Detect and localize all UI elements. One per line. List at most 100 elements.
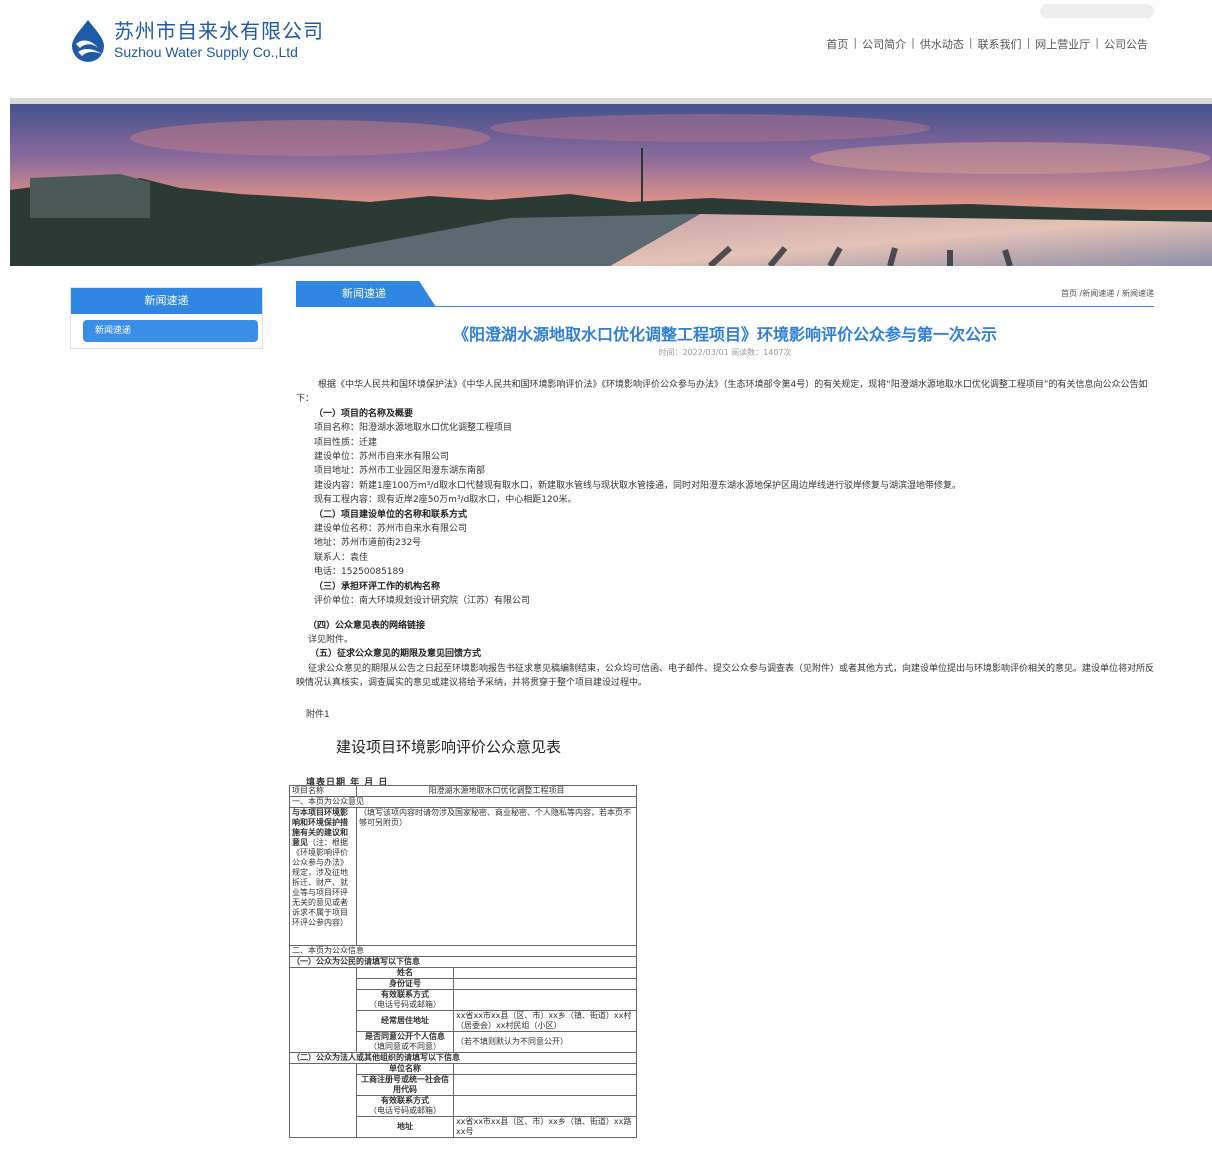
table-indent-cell — [289, 1095, 357, 1117]
table-row: 地址 xx省xx市xx县（区、市）xx乡（镇、街道）xx路xx号 — [289, 1116, 637, 1138]
table-row: 二、本页为公众信息 — [289, 945, 637, 957]
form-title: 建设项目环境影响评价公众意见表 — [336, 737, 562, 756]
contact-input[interactable] — [453, 989, 637, 1011]
table-row: 与本项目环境影响和环境保护措施有关的建议和意见（注：根据《环境影响评价公众参与办… — [289, 807, 637, 946]
contact-label-main: 有效联系方式 — [381, 990, 429, 999]
name-label: 姓名 — [356, 967, 454, 979]
public-opinion-form: 项目名称 阳澄湖水源地取水口优化调整工程项目 一、本页为公众意见 与本项目环境影… — [289, 785, 637, 1138]
nav-announcements[interactable]: 公司公告 — [1104, 36, 1148, 52]
table-row: 是否同意公开个人信息 （填同意或不同意） （若不填则默认为不同意公开） — [289, 1031, 637, 1053]
s1-line: 建设内容：新建1座100万m³/d取水口代替现有取水口，新建取水管线与现状取水管… — [314, 480, 962, 491]
hero-banner-image — [10, 98, 1212, 266]
nav-home[interactable]: 首页 — [826, 36, 848, 52]
opinion-label: 与本项目环境影响和环境保护措施有关的建议和意见（注：根据《环境影响评价公众参与办… — [289, 807, 357, 946]
attachment-label: 附件1 — [306, 709, 330, 720]
org-name-input[interactable] — [453, 1063, 637, 1075]
section-2-heading: （二）项目建设单位的名称和联系方式 — [314, 509, 468, 520]
article-title: 《阳澄湖水源地取水口优化调整工程项目》环境影响评价公众参与第一次公示 — [452, 325, 997, 344]
id-number-input[interactable] — [453, 978, 637, 990]
consent-label: 是否同意公开个人信息 （填同意或不同意） — [356, 1031, 454, 1053]
nav-online-hall[interactable]: 网上营业厅 — [1035, 36, 1090, 52]
address-label: 地址 — [356, 1116, 454, 1138]
table-indent-cell — [289, 1031, 357, 1053]
table-row: （一）公众为公民的请填写以下信息 — [289, 956, 637, 968]
table-indent-cell — [289, 1063, 357, 1075]
sidebar: 新闻速递 新闻速递 — [70, 287, 263, 349]
org-contact-label-main: 有效联系方式 — [381, 1096, 429, 1105]
table-row: 经常居住地址 xx省xx市xx县（区、市）xx乡（镇、街道）xx村（居委会）xx… — [289, 1010, 637, 1032]
tab-news[interactable]: 新闻速递 — [296, 281, 436, 307]
project-name-label: 项目名称 — [289, 785, 357, 797]
consent-label-main: 是否同意公开个人信息 — [365, 1032, 445, 1041]
section-1-label: 一、本页为公众意见 — [289, 796, 637, 808]
org-section-title: （二）公众为法人或其他组织的请填写以下信息 — [289, 1052, 637, 1064]
s3-line: 评价单位：南大环境规划设计研究院（江苏）有限公司 — [314, 596, 531, 607]
table-indent-cell — [289, 967, 357, 979]
article-meta: 时间：2022/03/01 阅读数：1407次 — [658, 348, 792, 357]
table-row: 有效联系方式 （电话号码或邮箱） — [289, 989, 637, 1011]
s5-paragraph: 征求公众意见的期限从公告之日起至环境影响报告书征求意见稿编制结束，公众均可信函、… — [296, 663, 1155, 689]
section-4-heading: （四）公众意见表的网络链接 — [308, 620, 426, 631]
s1-line: 现有工程内容：现有近岸2座50万m³/d取水口，中心相距120米。 — [314, 495, 577, 506]
address-input[interactable]: xx省xx市xx县（区、市）xx乡（镇、街道）xx路xx号 — [453, 1116, 637, 1138]
s1-line: 项目名称：阳澄湖水源地取水口优化调整工程项目 — [314, 423, 513, 434]
table-indent-cell — [289, 989, 357, 1011]
site-header: 苏州市自来水有限公司 Suzhou Water Supply Co.,Ltd 首… — [0, 0, 1212, 95]
citizen-section-title: （一）公众为公民的请填写以下信息 — [289, 956, 637, 968]
registration-input[interactable] — [453, 1074, 637, 1096]
section-2-label: 二、本页为公众信息 — [289, 945, 637, 957]
name-input[interactable] — [453, 967, 637, 979]
section-tabbar: 新闻速递 首页 /新闻速递 / 新闻速递 — [296, 281, 1154, 307]
sidebar-item-news[interactable]: 新闻速递 — [83, 320, 258, 342]
s4-line[interactable]: 详见附件。 — [296, 633, 1154, 647]
nav-water-news[interactable]: 供水动态 — [920, 36, 964, 52]
table-indent-cell — [289, 1010, 357, 1032]
contact-label: 有效联系方式 （电话号码或邮箱） — [356, 989, 454, 1011]
org-contact-input[interactable] — [453, 1095, 637, 1117]
table-row: 一、本页为公众意见 — [289, 796, 637, 808]
table-row: 单位名称 — [289, 1063, 637, 1075]
org-contact-label: 有效联系方式 （电话号码或邮箱） — [356, 1095, 454, 1117]
nav-separator: | — [1095, 36, 1099, 49]
table-indent-cell — [289, 978, 357, 990]
nav-separator: | — [853, 36, 858, 49]
opinion-input-area[interactable]: （填写该项内容时请勿涉及国家秘密、商业秘密、个人隐私等内容，若本页不够可另附页） — [356, 807, 637, 946]
consent-label-sub: （填同意或不同意） — [369, 1042, 441, 1051]
logo-chinese-name: 苏州市自来水有限公司 — [114, 19, 324, 43]
top-nav: 首页 | 公司简介 | 供水动态 | 联系我们 | 网上营业厅 | 公司公告 — [826, 36, 1148, 52]
company-logo[interactable]: 苏州市自来水有限公司 Suzhou Water Supply Co.,Ltd — [68, 18, 324, 62]
section-1-heading: （一）项目的名称及概要 — [314, 408, 414, 419]
nav-company-profile[interactable]: 公司简介 — [862, 36, 906, 52]
nav-separator: | — [1026, 36, 1031, 49]
table-indent-cell — [289, 1116, 357, 1138]
nav-separator: | — [968, 36, 973, 49]
s1-line: 建设单位：苏州市自来水有限公司 — [314, 452, 450, 463]
nav-contact[interactable]: 联系我们 — [978, 36, 1022, 52]
table-row: 身份证号 — [289, 978, 637, 990]
logo-english-name: Suzhou Water Supply Co.,Ltd — [114, 44, 298, 60]
s2-line: 联系人：袁佳 — [314, 552, 369, 563]
sidebar-title: 新闻速递 — [71, 288, 262, 314]
org-contact-label-sub: （电话号码或邮箱） — [369, 1106, 441, 1115]
section-3-heading: （三）承担环评工作的机构名称 — [314, 581, 441, 592]
water-drop-logo-icon — [72, 20, 104, 62]
breadcrumb[interactable]: 首页 /新闻速递 / 新闻速递 — [1061, 288, 1154, 299]
table-indent-cell — [289, 1074, 357, 1096]
main-content: 新闻速递 首页 /新闻速递 / 新闻速递 《阳澄湖水源地取水口优化调整工程项目》… — [289, 281, 1154, 1138]
table-row: 姓名 — [289, 967, 637, 979]
intro-paragraph: 根据《中华人民共和国环境保护法》《中华人民共和国环境影响评价法》《环境影响评价公… — [296, 380, 1148, 405]
org-name-label: 单位名称 — [356, 1063, 454, 1075]
id-number-label: 身份证号 — [356, 978, 454, 990]
s2-line: 电话：15250085189 — [314, 567, 404, 578]
s1-line: 项目地址：苏州市工业园区阳澄东湖东南部 — [314, 466, 486, 477]
s2-line: 建设单位名称：苏州市自来水有限公司 — [314, 524, 468, 535]
table-row: 工商注册号或统一社会信用代码 — [289, 1074, 637, 1096]
section-5-heading: （五）征求公众意见的期限及意见回馈方式 — [310, 649, 482, 660]
contact-label-sub: （电话号码或邮箱） — [369, 1000, 441, 1009]
residence-input[interactable]: xx省xx市xx县（区、市）xx乡（镇、街道）xx村（居委会）xx村民组（小区） — [453, 1010, 637, 1032]
top-search-pill[interactable] — [1040, 4, 1154, 18]
consent-input[interactable]: （若不填则默认为不同意公开） — [453, 1031, 637, 1053]
article-body: 根据《中华人民共和国环境保护法》《中华人民共和国环境影响评价法》《环境影响评价公… — [296, 378, 1154, 691]
project-name-value: 阳澄湖水源地取水口优化调整工程项目 — [356, 785, 637, 797]
